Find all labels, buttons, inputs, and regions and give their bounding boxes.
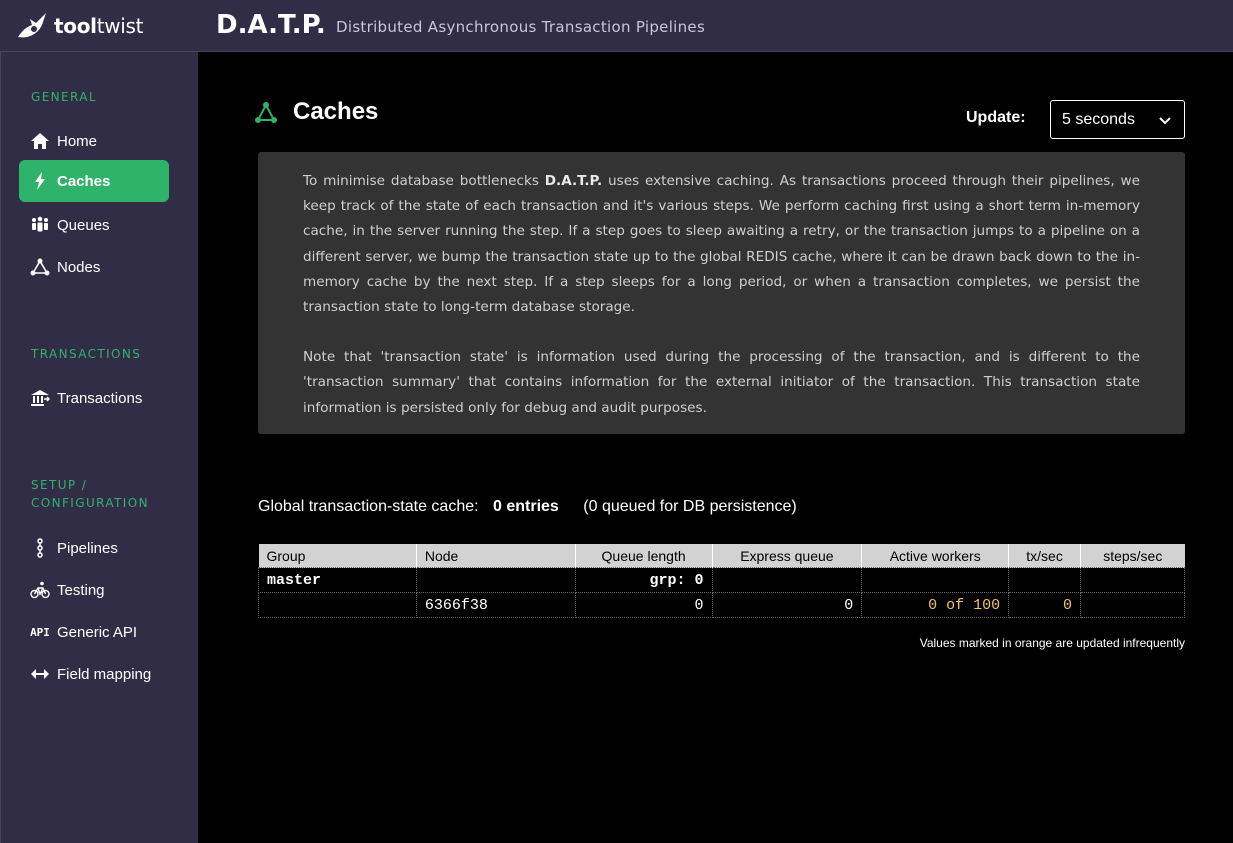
app-title: D.A.T.P.	[216, 10, 326, 40]
main-content: Caches Update: 5 seconds To minimise dat…	[198, 52, 1233, 843]
bird-logo-icon	[18, 13, 46, 38]
sidebar-item-label: Pipelines	[57, 539, 118, 557]
column-header: Active workers	[861, 544, 1010, 568]
sidebar-item-label: Transactions	[57, 389, 143, 407]
sidebar-item-queues[interactable]: Queues	[19, 204, 169, 246]
node-cell: 6366f38	[415, 592, 576, 618]
update-label: Update:	[966, 109, 1026, 126]
home-icon	[29, 131, 51, 151]
section-label-transactions: TRANSACTIONS	[31, 347, 142, 361]
update-interval-select[interactable]: 5 seconds	[1050, 100, 1185, 139]
update-interval-value: 5 seconds	[1062, 110, 1135, 128]
bicycle-icon	[29, 580, 51, 600]
tooltwist-logo[interactable]: tooltwist	[16, 11, 144, 41]
tx-sec-cell	[1008, 567, 1082, 593]
logo-text: tooltwist	[54, 14, 144, 38]
table-row: 6366f38 0 0 0 of 100 0	[258, 592, 1185, 618]
sidebar-item-label: Testing	[57, 581, 105, 599]
sidebar-item-nodes[interactable]: Nodes	[19, 246, 169, 288]
cache-entries: 0 entries	[493, 498, 559, 515]
table-footnote: Values marked in orange are updated infr…	[919, 636, 1185, 650]
top-bar: tooltwist D.A.T.P. Distributed Asynchron…	[0, 0, 1233, 52]
info-paragraph-1: To minimise database bottlenecks D.A.T.P…	[303, 173, 1140, 316]
bank-icon	[29, 388, 51, 408]
sidebar-item-home[interactable]: Home	[19, 120, 169, 162]
arrows-icon	[29, 664, 51, 684]
sidebar-item-pipelines[interactable]: Pipelines	[19, 527, 169, 569]
sidebar-item-label: Home	[57, 132, 98, 150]
queue-length-cell: grp: 0	[574, 567, 713, 593]
sidebar-item-label: Generic API	[57, 623, 138, 641]
network-icon	[29, 257, 51, 277]
express-queue-cell: 0	[711, 592, 863, 618]
sidebar-item-generic-api[interactable]: API Generic API	[19, 611, 169, 653]
queue-length-cell: 0	[574, 592, 713, 618]
sidebar-item-testing[interactable]: Testing	[19, 569, 169, 611]
table-header-row: Group Node Queue length Express queue Ac…	[258, 544, 1185, 568]
node-cell	[415, 567, 576, 593]
active-workers-cell: 0 of 100	[861, 592, 1010, 618]
column-header: Group	[258, 544, 417, 568]
sidebar-item-label: Field mapping	[57, 665, 152, 683]
api-icon: API	[30, 625, 50, 639]
lightning-icon	[29, 171, 51, 191]
sidebar-item-caches[interactable]: Caches	[19, 160, 169, 202]
sidebar-item-label: Caches	[57, 172, 111, 190]
cache-queued: (0 queued for DB persistence)	[583, 498, 797, 515]
page-title: Caches	[293, 98, 379, 125]
sidebar-item-label: Queues	[57, 216, 110, 234]
sidebar-item-label: Nodes	[57, 258, 101, 276]
group-cell: master	[258, 567, 417, 593]
info-paragraph-2: Note that 'transaction state' is informa…	[303, 349, 1140, 416]
sidebar-item-field-mapping[interactable]: Field mapping	[19, 653, 169, 695]
cache-summary: Global transaction-state cache: 0 entrie…	[258, 498, 797, 516]
app-subtitle: Distributed Asynchronous Transaction Pip…	[336, 18, 706, 36]
express-queue-cell	[711, 567, 863, 593]
active-workers-cell	[861, 567, 1010, 593]
sidebar-item-transactions[interactable]: Transactions	[19, 377, 169, 419]
column-header: tx/sec	[1008, 544, 1082, 568]
people-icon	[29, 215, 51, 235]
column-header: Queue length	[575, 544, 713, 568]
network-icon	[255, 102, 277, 123]
column-header: steps/sec	[1080, 544, 1185, 568]
steps-sec-cell	[1080, 567, 1185, 593]
column-header: Node	[416, 544, 576, 568]
group-cell	[258, 592, 417, 618]
sidebar: GENERAL Home Caches Queues Nodes TRANSAC…	[0, 52, 198, 843]
section-label-setup: SETUP / CONFIGURATION	[31, 478, 149, 510]
cache-table: Group Node Queue length Express queue Ac…	[258, 544, 1185, 618]
steps-sec-cell	[1080, 592, 1185, 618]
section-label-general: GENERAL	[31, 90, 97, 104]
tx-sec-cell: 0	[1008, 592, 1082, 618]
chevron-down-icon	[1159, 117, 1171, 125]
info-panel: To minimise database bottlenecks D.A.T.P…	[258, 152, 1185, 434]
column-header: Express queue	[712, 544, 863, 568]
table-row: master grp: 0	[258, 567, 1185, 593]
pipeline-icon	[29, 538, 51, 558]
cache-label: Global transaction-state cache:	[258, 498, 479, 515]
